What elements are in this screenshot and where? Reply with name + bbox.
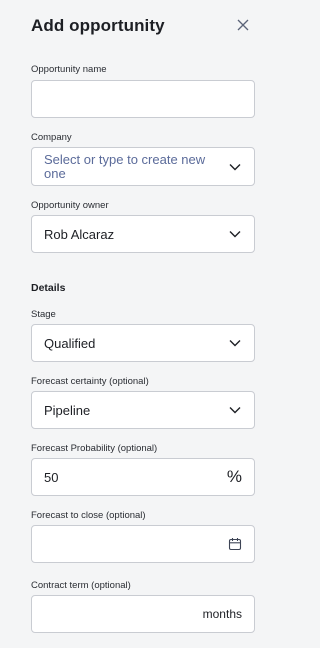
contract-term-input[interactable]: months [31, 595, 255, 633]
forecast-probability-label: Forecast Probability (optional) [31, 443, 158, 454]
opportunity-name-field: Opportunity name [31, 64, 255, 118]
company-select[interactable]: Select or type to create new one [31, 147, 255, 186]
opportunity-owner-field: Opportunity owner Rob Alcaraz [31, 200, 255, 253]
percent-suffix: % [226, 467, 242, 486]
stage-select[interactable]: Qualified [31, 324, 255, 362]
stage-label: Stage [31, 309, 56, 320]
dialog-title: Add opportunity [31, 16, 165, 35]
stage-value: Qualified [44, 335, 96, 351]
opportunity-owner-value: Rob Alcaraz [44, 226, 115, 242]
forecast-probability-input[interactable]: 50 % [31, 458, 255, 496]
forecast-certainty-select[interactable]: Pipeline [31, 391, 255, 429]
forecast-probability-field: Forecast Probability (optional) 50 % [31, 443, 255, 496]
chevron-down-icon [228, 403, 242, 417]
months-suffix: months [202, 607, 242, 621]
opportunity-owner-select[interactable]: Rob Alcaraz [31, 215, 255, 253]
forecast-close-label: Forecast to close (optional) [31, 510, 146, 521]
forecast-close-field: Forecast to close (optional) [31, 510, 255, 563]
chevron-down-icon [228, 160, 242, 174]
details-heading: Details [31, 282, 66, 294]
forecast-certainty-value: Pipeline [44, 402, 91, 418]
close-icon [237, 19, 249, 31]
opportunity-owner-label: Opportunity owner [31, 200, 109, 211]
close-button[interactable] [234, 16, 252, 34]
forecast-certainty-field: Forecast certainty (optional) Pipeline [31, 376, 255, 429]
opportunity-name-label: Opportunity name [31, 64, 107, 75]
panel-header: Add opportunity [31, 0, 254, 50]
add-opportunity-panel: Add opportunity Opportunity name Company… [0, 0, 260, 648]
contract-term-field: Contract term (optional) months [31, 580, 255, 633]
stage-field: Stage Qualified [31, 309, 255, 362]
chevron-down-icon [228, 336, 242, 350]
calendar-icon[interactable] [228, 537, 242, 551]
forecast-certainty-label: Forecast certainty (optional) [31, 376, 149, 387]
company-field: Company Select or type to create new one [31, 132, 255, 186]
chevron-down-icon [228, 227, 242, 241]
company-placeholder: Select or type to create new one [44, 151, 206, 181]
company-label: Company [31, 132, 72, 143]
forecast-probability-value: 50 [44, 469, 59, 485]
opportunity-name-input[interactable] [31, 80, 255, 118]
contract-term-label: Contract term (optional) [31, 580, 131, 591]
forecast-close-date-input[interactable] [31, 525, 255, 563]
